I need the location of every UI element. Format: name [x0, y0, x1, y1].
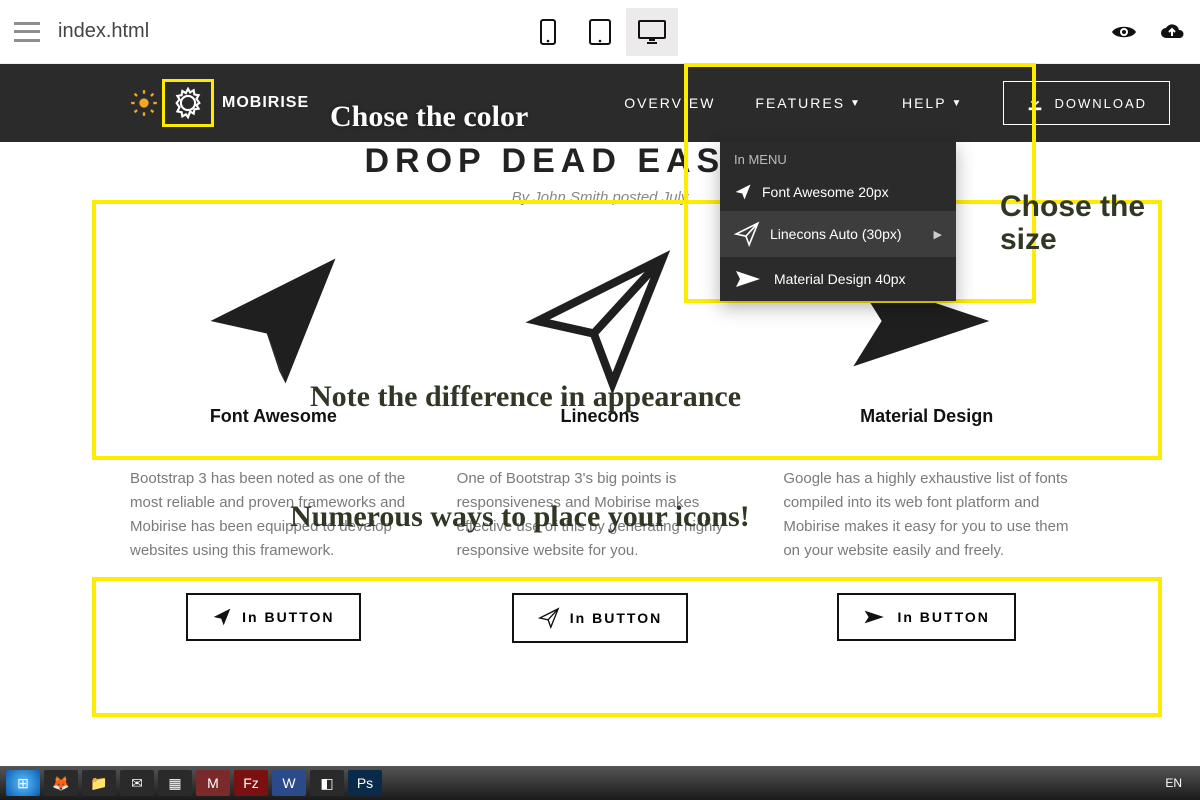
in-button-fa[interactable]: In BUTTON	[186, 593, 360, 641]
caret-down-icon: ▼	[952, 98, 964, 109]
button-label: In BUTTON	[242, 609, 334, 625]
page-content: DROP DEAD EASY WE By John Smith posted J…	[0, 142, 1200, 643]
button-label: In BUTTON	[897, 609, 989, 625]
nav-features[interactable]: FEATURES▼	[755, 95, 862, 111]
preview-icon[interactable]	[1110, 23, 1138, 41]
dropdown-item-fa[interactable]: Font Awesome 20px	[720, 173, 956, 211]
nav-help[interactable]: HELP▼	[902, 95, 963, 111]
download-icon	[1026, 94, 1044, 112]
in-button-linecons[interactable]: In BUTTON	[512, 593, 688, 643]
dropdown-item-material[interactable]: Material Design 40px	[720, 257, 956, 301]
page-title: DROP DEAD EASY WE	[30, 142, 1170, 181]
taskbar-app-firefox[interactable]: 🦊	[44, 770, 78, 796]
device-preview-group	[522, 8, 678, 56]
column-desc: One of Bootstrap 3's big points is respo…	[457, 467, 744, 563]
paper-plane-outline-icon	[538, 607, 560, 629]
brand-label: MOBIRISE	[222, 94, 309, 112]
publish-icon[interactable]	[1158, 22, 1186, 42]
taskbar: ⊞ 🦊 📁 ✉ ▦ M Fz W ◧ Ps EN	[0, 766, 1200, 800]
taskbar-app-generic[interactable]: ◧	[310, 770, 344, 796]
dropdown-item-label: Linecons Auto (30px)	[770, 226, 902, 242]
tablet-icon[interactable]	[574, 8, 626, 56]
column-material: Material Design Google has a highly exha…	[783, 246, 1070, 643]
dropdown-header: In MENU	[720, 142, 956, 173]
chevron-right-icon: ▶	[934, 228, 942, 241]
paper-plane-outline-icon	[457, 246, 744, 396]
dropdown-item-label: Material Design 40px	[774, 271, 906, 287]
taskbar-app-photoshop[interactable]: Ps	[348, 770, 382, 796]
send-icon	[734, 267, 764, 291]
paper-plane-icon	[734, 183, 752, 201]
send-icon	[863, 607, 887, 627]
menu-icon[interactable]	[14, 22, 40, 42]
sun-icon-orange	[130, 89, 158, 117]
dropdown-item-label: Font Awesome 20px	[762, 184, 889, 200]
paper-plane-solid-icon	[130, 246, 417, 396]
desktop-icon[interactable]	[626, 8, 678, 56]
button-label: In BUTTON	[570, 610, 662, 626]
logo-icon-gear[interactable]	[162, 79, 214, 127]
column-title: Linecons	[457, 406, 744, 427]
column-title: Font Awesome	[130, 406, 417, 427]
download-label: DOWNLOAD	[1054, 96, 1147, 111]
paper-plane-icon	[212, 607, 232, 627]
column-font-awesome: Font Awesome Bootstrap 3 has been noted …	[130, 246, 417, 643]
nav-overview[interactable]: OVERVIEW	[624, 95, 715, 111]
in-button-material[interactable]: In BUTTON	[837, 593, 1015, 641]
dropdown-item-linecons[interactable]: Linecons Auto (30px) ▶	[720, 211, 956, 257]
taskbar-app-filezilla[interactable]: Fz	[234, 770, 268, 796]
app-topbar: index.html	[0, 0, 1200, 64]
filename-label: index.html	[58, 20, 149, 43]
byline: By John Smith posted July	[30, 189, 1170, 206]
download-button[interactable]: DOWNLOAD	[1003, 81, 1170, 125]
paper-plane-outline-icon	[734, 221, 760, 247]
phone-icon[interactable]	[522, 8, 574, 56]
column-linecons: Linecons One of Bootstrap 3's big points…	[457, 246, 744, 643]
taskbar-lang[interactable]: EN	[1165, 776, 1194, 790]
column-desc: Google has a highly exhaustive list of f…	[783, 467, 1070, 563]
taskbar-app-word[interactable]: W	[272, 770, 306, 796]
caret-down-icon: ▼	[850, 98, 862, 109]
taskbar-app-mobirise[interactable]: M	[196, 770, 230, 796]
column-title: Material Design	[783, 406, 1070, 427]
taskbar-app-generic[interactable]: ▦	[158, 770, 192, 796]
start-button[interactable]: ⊞	[6, 770, 40, 796]
feature-columns: Font Awesome Bootstrap 3 has been noted …	[30, 246, 1170, 643]
taskbar-app-mail[interactable]: ✉	[120, 770, 154, 796]
taskbar-app-explorer[interactable]: 📁	[82, 770, 116, 796]
column-desc: Bootstrap 3 has been noted as one of the…	[130, 467, 417, 563]
site-navbar: MOBIRISE OVERVIEW FEATURES▼ HELP▼ DOWNLO…	[0, 64, 1200, 142]
features-dropdown: In MENU Font Awesome 20px Linecons Auto …	[720, 142, 956, 301]
